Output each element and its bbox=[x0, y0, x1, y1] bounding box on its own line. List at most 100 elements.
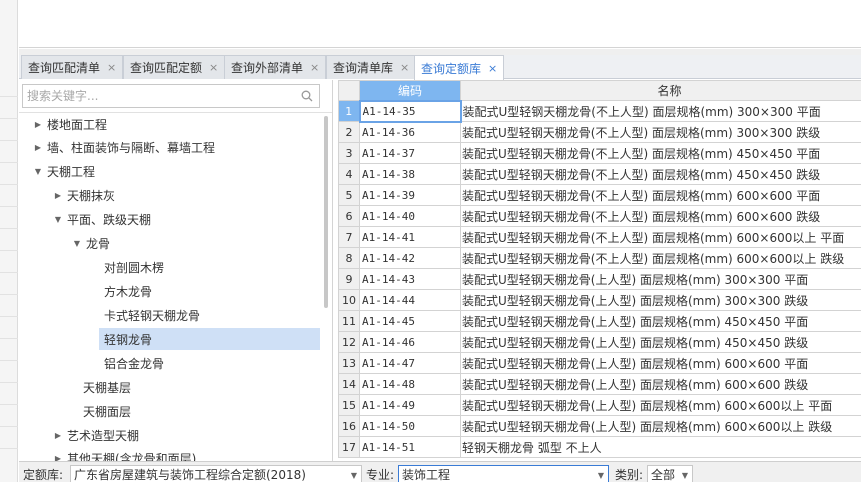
tree-node[interactable]: ▶ 楼地面工程 bbox=[33, 113, 107, 135]
table-row[interactable]: 12 A1-14-46 装配式U型轻钢天棚龙骨(上人型) 面层规格(mm) 450×… bbox=[338, 331, 861, 353]
table-row[interactable]: 17 A1-14-51 轻钢天棚龙骨 弧型 不上人 bbox=[338, 436, 861, 458]
table-row[interactable]: 1 A1-14-35 装配式U型轻钢天棚龙骨(不上人型) 面层规格(mm) 300×… bbox=[338, 99, 861, 123]
search-icon[interactable] bbox=[301, 90, 313, 102]
major-select[interactable]: 装饰工程 ▼ bbox=[398, 465, 609, 482]
name-cell[interactable]: 轻钢天棚龙骨 弧型 不上人 bbox=[460, 436, 861, 458]
divider bbox=[0, 250, 18, 251]
table-row[interactable]: 4 A1-14-38 装配式U型轻钢天棚龙骨(不上人型) 面层规格(mm) 450×… bbox=[338, 163, 861, 185]
tree-leaf[interactable]: 天棚面层 bbox=[83, 400, 131, 422]
tree-leaf[interactable]: 天棚基层 bbox=[83, 376, 131, 398]
code-cell[interactable]: A1-14-37 bbox=[359, 142, 461, 164]
table-row[interactable]: 16 A1-14-50 装配式U型轻钢天棚龙骨(上人型) 面层规格(mm) 600×… bbox=[338, 415, 861, 437]
triangle-right-icon[interactable]: ▶ bbox=[53, 191, 63, 200]
table-row[interactable]: 15 A1-14-49 装配式U型轻钢天棚龙骨(上人型) 面层规格(mm) 600×… bbox=[338, 394, 861, 416]
table-row[interactable]: 11 A1-14-45 装配式U型轻钢天棚龙骨(上人型) 面层规格(mm) 450×… bbox=[338, 310, 861, 332]
close-icon[interactable]: × bbox=[209, 61, 218, 74]
code-cell[interactable]: A1-14-41 bbox=[359, 226, 461, 248]
triangle-right-icon[interactable]: ▶ bbox=[33, 143, 43, 152]
code-cell[interactable]: A1-14-45 bbox=[359, 310, 461, 332]
row-number-header bbox=[338, 80, 360, 101]
tab-query-external-list[interactable]: 查询外部清单 × bbox=[224, 55, 327, 79]
table-row[interactable]: 2 A1-14-36 装配式U型轻钢天棚龙骨(不上人型) 面层规格(mm) 300×… bbox=[338, 121, 861, 143]
name-cell[interactable]: 装配式U型轻钢天棚龙骨(不上人型) 面层规格(mm) 450×450 平面 bbox=[460, 142, 861, 164]
close-icon[interactable]: × bbox=[107, 61, 116, 74]
table-row[interactable]: 7 A1-14-41 装配式U型轻钢天棚龙骨(不上人型) 面层规格(mm) 600×… bbox=[338, 226, 861, 248]
table-row[interactable]: 14 A1-14-48 装配式U型轻钢天棚龙骨(上人型) 面层规格(mm) 600×… bbox=[338, 373, 861, 395]
code-cell[interactable]: A1-14-39 bbox=[359, 184, 461, 206]
row-number: 11 bbox=[338, 310, 360, 332]
code-cell[interactable]: A1-14-48 bbox=[359, 373, 461, 395]
triangle-down-icon[interactable]: ▼ bbox=[53, 215, 63, 224]
category-select[interactable]: 全部 ▼ bbox=[647, 465, 693, 482]
search-input[interactable] bbox=[23, 85, 293, 107]
table-row[interactable]: 9 A1-14-43 装配式U型轻钢天棚龙骨(上人型) 面层规格(mm) 300×3… bbox=[338, 268, 861, 290]
name-cell[interactable]: 装配式U型轻钢天棚龙骨(上人型) 面层规格(mm) 600×600以上 平面 bbox=[460, 394, 861, 416]
code-cell[interactable]: A1-14-51 bbox=[359, 436, 461, 458]
triangle-right-icon[interactable]: ▶ bbox=[33, 120, 43, 129]
table-row[interactable]: 10 A1-14-44 装配式U型轻钢天棚龙骨(上人型) 面层规格(mm) 300×… bbox=[338, 289, 861, 311]
close-icon[interactable]: × bbox=[310, 61, 319, 74]
vertical-scrollbar[interactable] bbox=[324, 116, 328, 308]
triangle-down-icon[interactable]: ▼ bbox=[72, 239, 82, 248]
tab-query-list-library[interactable]: 查询清单库 × bbox=[326, 55, 417, 79]
tree-node[interactable]: ▼ 龙骨 bbox=[72, 232, 110, 254]
code-cell[interactable]: A1-14-38 bbox=[359, 163, 461, 185]
table-row[interactable]: 3 A1-14-37 装配式U型轻钢天棚龙骨(不上人型) 面层规格(mm) 450×… bbox=[338, 142, 861, 164]
name-cell[interactable]: 装配式U型轻钢天棚龙骨(不上人型) 面层规格(mm) 600×600以上 平面 bbox=[460, 226, 861, 248]
code-cell[interactable]: A1-14-40 bbox=[359, 205, 461, 227]
tab-query-quota-library[interactable]: 查询定额库 × bbox=[414, 55, 505, 80]
name-cell[interactable]: 装配式U型轻钢天棚龙骨(不上人型) 面层规格(mm) 600×600 平面 bbox=[460, 184, 861, 206]
major-value: 装饰工程 bbox=[402, 468, 451, 482]
name-cell[interactable]: 装配式U型轻钢天棚龙骨(上人型) 面层规格(mm) 450×450 平面 bbox=[460, 310, 861, 332]
triangle-right-icon[interactable]: ▶ bbox=[53, 431, 63, 440]
triangle-right-icon[interactable]: ▶ bbox=[53, 454, 63, 462]
table-row[interactable]: 5 A1-14-39 装配式U型轻钢天棚龙骨(不上人型) 面层规格(mm) 600×… bbox=[338, 184, 861, 206]
code-cell[interactable]: A1-14-42 bbox=[359, 247, 461, 269]
tree-node[interactable]: ▼ 天棚工程 bbox=[33, 160, 95, 182]
name-cell[interactable]: 装配式U型轻钢天棚龙骨(上人型) 面层规格(mm) 450×450 跌级 bbox=[460, 331, 861, 353]
column-header-code[interactable]: 编码 bbox=[359, 80, 461, 101]
row-number: 1 bbox=[338, 100, 360, 122]
tree-leaf[interactable]: 对剖圆木楞 bbox=[104, 256, 164, 278]
code-cell[interactable]: A1-14-36 bbox=[359, 121, 461, 143]
triangle-down-icon[interactable]: ▼ bbox=[33, 167, 43, 176]
divider bbox=[0, 338, 18, 339]
code-cell[interactable]: A1-14-46 bbox=[359, 331, 461, 353]
column-header-name[interactable]: 名称 bbox=[460, 80, 861, 101]
tree-node-label: 其他天棚(含龙骨和面层) bbox=[67, 451, 197, 462]
name-cell[interactable]: 装配式U型轻钢天棚龙骨(上人型) 面层规格(mm) 300×300 平面 bbox=[460, 268, 861, 290]
tree-leaf[interactable]: 方木龙骨 bbox=[104, 280, 152, 302]
name-cell[interactable]: 装配式U型轻钢天棚龙骨(不上人型) 面层规格(mm) 300×300 平面 bbox=[460, 100, 861, 122]
name-cell[interactable]: 装配式U型轻钢天棚龙骨(不上人型) 面层规格(mm) 600×600以上 跌级 bbox=[460, 247, 861, 269]
code-cell[interactable]: A1-14-44 bbox=[359, 289, 461, 311]
name-cell[interactable]: 装配式U型轻钢天棚龙骨(上人型) 面层规格(mm) 600×600 平面 bbox=[460, 352, 861, 374]
name-cell[interactable]: 装配式U型轻钢天棚龙骨(上人型) 面层规格(mm) 600×600以上 跌级 bbox=[460, 415, 861, 437]
code-cell[interactable]: A1-14-47 bbox=[359, 352, 461, 374]
name-cell[interactable]: 装配式U型轻钢天棚龙骨(上人型) 面层规格(mm) 600×600 跌级 bbox=[460, 373, 861, 395]
tree-node[interactable]: ▶ 墙、柱面装饰与隔断、幕墙工程 bbox=[33, 136, 215, 158]
name-cell[interactable]: 装配式U型轻钢天棚龙骨(不上人型) 面层规格(mm) 600×600 跌级 bbox=[460, 205, 861, 227]
code-cell[interactable]: A1-14-49 bbox=[359, 394, 461, 416]
code-cell[interactable]: A1-14-43 bbox=[359, 268, 461, 290]
tree-node[interactable]: ▶ 天棚抹灰 bbox=[53, 184, 115, 206]
tree-node[interactable]: ▶ 其他天棚(含龙骨和面层) bbox=[53, 447, 197, 462]
category-label: 类别: bbox=[615, 468, 644, 482]
name-cell[interactable]: 装配式U型轻钢天棚龙骨(不上人型) 面层规格(mm) 300×300 跌级 bbox=[460, 121, 861, 143]
name-cell[interactable]: 装配式U型轻钢天棚龙骨(上人型) 面层规格(mm) 300×300 跌级 bbox=[460, 289, 861, 311]
tab-query-matched-list[interactable]: 查询匹配清单 × bbox=[21, 55, 124, 79]
tree-node[interactable]: ▼ 平面、跌级天棚 bbox=[53, 208, 151, 230]
name-cell[interactable]: 装配式U型轻钢天棚龙骨(不上人型) 面层规格(mm) 450×450 跌级 bbox=[460, 163, 861, 185]
tree-leaf-selected[interactable]: 轻钢龙骨 bbox=[99, 328, 320, 350]
table-row[interactable]: 6 A1-14-40 装配式U型轻钢天棚龙骨(不上人型) 面层规格(mm) 600×… bbox=[338, 205, 861, 227]
table-row[interactable]: 8 A1-14-42 装配式U型轻钢天棚龙骨(不上人型) 面层规格(mm) 600×… bbox=[338, 247, 861, 269]
code-cell[interactable]: A1-14-50 bbox=[359, 415, 461, 437]
code-cell[interactable]: A1-14-35 bbox=[358, 99, 462, 123]
tree-leaf[interactable]: 铝合金龙骨 bbox=[104, 352, 164, 374]
tree-node[interactable]: ▶ 艺术造型天棚 bbox=[53, 424, 139, 446]
close-icon[interactable]: × bbox=[400, 61, 409, 74]
tab-query-matched-quota[interactable]: 查询匹配定额 × bbox=[123, 55, 226, 79]
library-select[interactable]: 广东省房屋建筑与装饰工程综合定额(2018) ▼ bbox=[70, 465, 362, 482]
table-row[interactable]: 13 A1-14-47 装配式U型轻钢天棚龙骨(上人型) 面层规格(mm) 600×… bbox=[338, 352, 861, 374]
tree-leaf[interactable]: 卡式轻钢天棚龙骨 bbox=[104, 304, 200, 326]
close-icon[interactable]: × bbox=[488, 62, 497, 75]
